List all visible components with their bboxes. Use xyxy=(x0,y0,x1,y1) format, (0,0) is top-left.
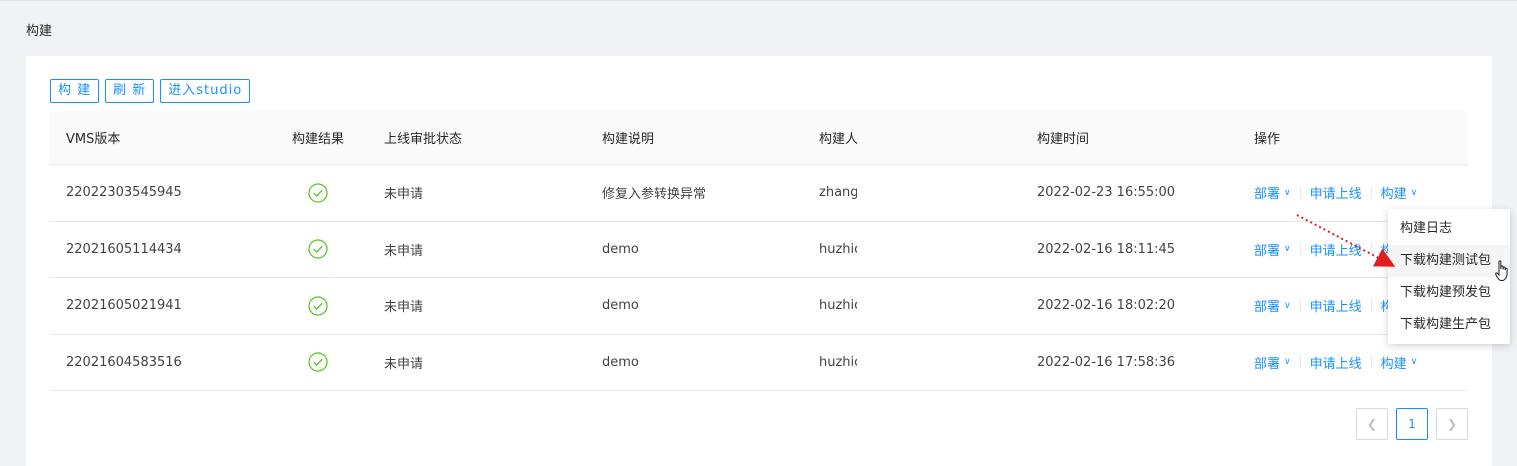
build-result-cell xyxy=(268,183,368,203)
divider xyxy=(1299,243,1301,256)
builder-cell: huzhic xyxy=(802,298,1020,313)
header-build-time: 构建时间 xyxy=(1037,132,1090,147)
build-result-cell xyxy=(268,239,368,259)
table-body: 22022303545945 未申请 修复入参转换异常 zhang 2022-0… xyxy=(50,165,1468,391)
deploy-label: 部署 xyxy=(1254,300,1281,316)
chevron-down-icon: ∨ xyxy=(1410,357,1418,368)
check-circle-icon xyxy=(308,239,328,259)
builder-cell: zhang xyxy=(802,185,1020,200)
builder-name: zhang xyxy=(819,185,857,201)
build-table: VMS版本 构建结果 上线审批状态 构建说明 构建人 构建时间 操作 22022… xyxy=(50,111,1468,391)
page-number-button[interactable]: 1 xyxy=(1396,408,1428,440)
builder-name: huzhic xyxy=(819,354,857,370)
header-build-result: 构建结果 xyxy=(291,132,344,147)
build-time-cell: 2022-02-23 16:55:00 xyxy=(1037,185,1176,201)
table-row: 22022303545945 未申请 修复入参转换异常 zhang 2022-0… xyxy=(50,165,1468,222)
prev-page-button[interactable]: ❮ xyxy=(1356,408,1388,440)
chevron-right-icon: ❯ xyxy=(1446,417,1458,431)
next-page-button[interactable]: ❯ xyxy=(1436,408,1468,440)
vms-version-cell: 22022303545945 xyxy=(66,185,182,201)
check-circle-icon xyxy=(308,296,328,316)
divider xyxy=(1370,186,1372,199)
vms-version-cell: 22021605114434 xyxy=(66,241,182,257)
builder-cell: huzhic xyxy=(802,242,1020,257)
builder-cell: huzhic xyxy=(802,355,1020,370)
chevron-left-icon: ❮ xyxy=(1366,417,1378,431)
divider xyxy=(1370,243,1372,256)
dropdown-menu-item[interactable]: 下载构建预发包 xyxy=(1388,277,1510,309)
deploy-dropdown-button[interactable]: 部署 ∨ xyxy=(1254,353,1291,372)
header-approval-status: 上线审批状态 xyxy=(384,132,463,147)
page-title: 构建 xyxy=(26,24,53,39)
header-actions: 操作 xyxy=(1254,132,1281,147)
build-button[interactable]: 构 建 xyxy=(50,79,100,103)
hand-pointer-icon xyxy=(1494,260,1510,286)
refresh-button[interactable]: 刷 新 xyxy=(105,79,155,103)
header-builder: 构建人 xyxy=(819,132,859,147)
build-description-cell: demo xyxy=(602,298,639,314)
dropdown-menu-item[interactable]: 构建日志 xyxy=(1388,213,1510,245)
apply-online-link[interactable]: 申请上线 xyxy=(1310,296,1362,315)
check-circle-icon xyxy=(308,352,328,372)
chevron-down-icon: ∨ xyxy=(1284,244,1291,255)
build-time-cell: 2022-02-16 17:58:36 xyxy=(1037,354,1176,370)
check-circle-icon xyxy=(308,183,328,203)
build-description-cell: 修复入参转换异常 xyxy=(602,187,707,203)
divider xyxy=(1370,356,1372,369)
divider xyxy=(1370,299,1372,312)
chevron-down-icon: ∨ xyxy=(1284,357,1291,368)
deploy-label: 部署 xyxy=(1254,243,1281,259)
chevron-down-icon: ∨ xyxy=(1410,187,1418,198)
build-description-cell: demo xyxy=(602,241,639,257)
toolbar: 构 建 刷 新 进入studio xyxy=(50,79,251,103)
dropdown-menu-item[interactable]: 下载构建生产包 xyxy=(1388,309,1510,341)
actions-cell: 部署∨ 申请上线 构建∨ xyxy=(1238,353,1468,372)
deploy-dropdown-button[interactable]: 部署 ∨ xyxy=(1254,296,1291,315)
vms-version-cell: 22021605021941 xyxy=(66,298,182,314)
builder-name: huzhic xyxy=(819,298,857,314)
divider xyxy=(1299,186,1301,199)
builder-name: huzhic xyxy=(819,241,857,257)
table-row: 22021604583516 未申请 demo huzhic 2022-02-1… xyxy=(50,335,1468,391)
build-description-cell: demo xyxy=(602,354,639,370)
approval-status-cell: 未申请 xyxy=(384,300,424,316)
apply-online-link[interactable]: 申请上线 xyxy=(1310,183,1362,202)
deploy-dropdown-button[interactable]: 部署 ∨ xyxy=(1254,183,1291,202)
page-header: 构建 xyxy=(0,0,1517,56)
build-result-cell xyxy=(268,296,368,316)
header-build-description: 构建说明 xyxy=(602,132,655,147)
build-dropdown-menu: 构建日志 下载构建测试包 下载构建预发包 下载构建生产包 xyxy=(1388,209,1510,344)
table-row: 22021605114434 未申请 demo huzhic 2022-02-1… xyxy=(50,222,1468,278)
chevron-down-icon: ∨ xyxy=(1284,300,1291,311)
chevron-down-icon: ∨ xyxy=(1284,187,1291,198)
header-vms-version: VMS版本 xyxy=(66,132,121,147)
table-header: VMS版本 构建结果 上线审批状态 构建说明 构建人 构建时间 操作 xyxy=(50,111,1468,165)
dropdown-menu-item[interactable]: 下载构建测试包 xyxy=(1388,245,1510,277)
approval-status-cell: 未申请 xyxy=(384,187,424,203)
vms-version-cell: 22021604583516 xyxy=(66,354,182,370)
approval-status-cell: 未申请 xyxy=(384,243,424,259)
pagination: ❮ 1 ❯ xyxy=(1356,408,1468,440)
apply-online-link[interactable]: 申请上线 xyxy=(1310,353,1362,372)
deploy-label: 部署 xyxy=(1254,356,1281,372)
deploy-dropdown-button[interactable]: 部署 ∨ xyxy=(1254,240,1291,259)
enter-studio-button[interactable]: 进入studio xyxy=(160,79,251,103)
approval-status-cell: 未申请 xyxy=(384,356,424,372)
build-result-cell xyxy=(268,352,368,372)
table-row: 22021605021941 未申请 demo huzhic 2022-02-1… xyxy=(50,278,1468,335)
build-dropdown-button[interactable]: 构建∨ xyxy=(1381,353,1418,372)
divider xyxy=(1299,356,1301,369)
build-time-cell: 2022-02-16 18:02:20 xyxy=(1037,298,1176,314)
build-dropdown-button[interactable]: 构建∨ xyxy=(1381,183,1418,202)
build-time-cell: 2022-02-16 18:11:45 xyxy=(1037,241,1176,257)
deploy-label: 部署 xyxy=(1254,187,1281,203)
apply-online-link[interactable]: 申请上线 xyxy=(1310,240,1362,259)
build-label: 构建 xyxy=(1380,187,1407,203)
divider xyxy=(1299,299,1301,312)
build-card: 构 建 刷 新 进入studio VMS版本 构建结果 上线审批状态 构建说明 … xyxy=(26,56,1492,466)
build-label: 构建 xyxy=(1380,356,1407,372)
actions-cell: 部署∨ 申请上线 构建∨ xyxy=(1238,183,1468,202)
